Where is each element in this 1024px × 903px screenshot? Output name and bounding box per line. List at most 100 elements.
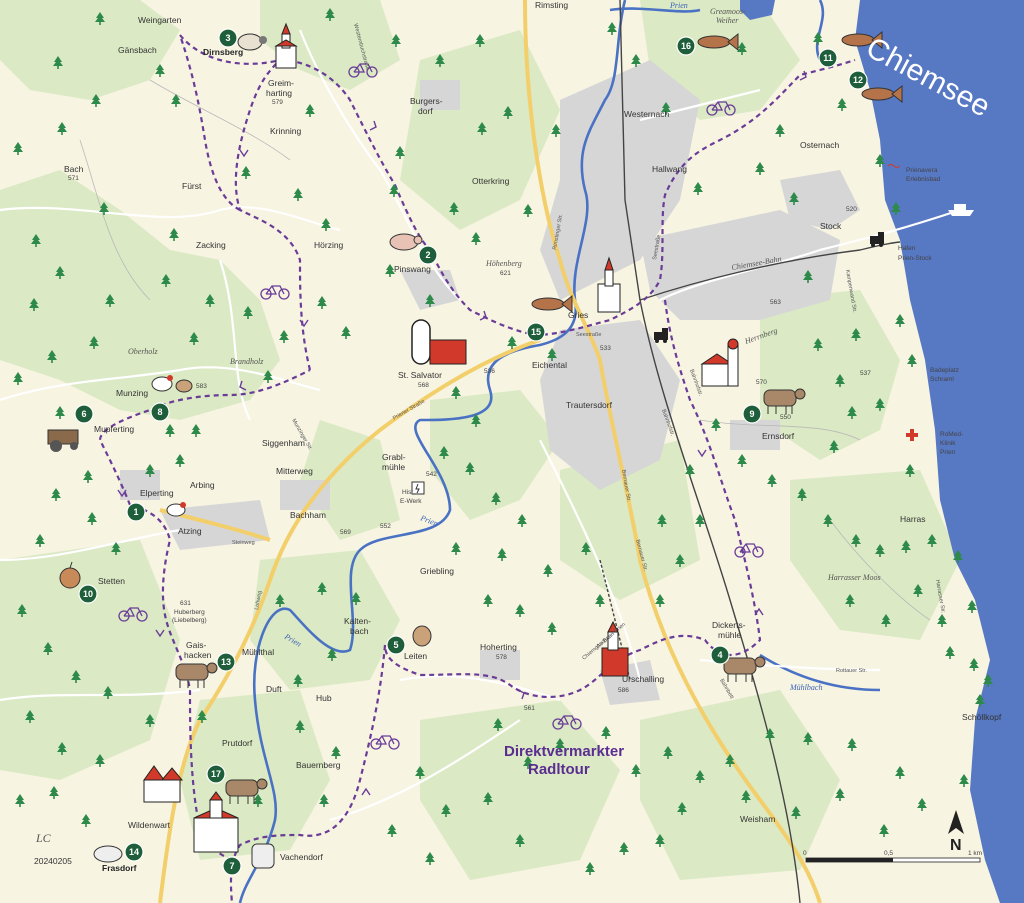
stop-marker-number: 10 xyxy=(83,589,93,599)
stop-marker-number: 1 xyxy=(133,507,138,517)
stop-marker-10[interactable]: 10 xyxy=(78,584,98,604)
stop-marker-7[interactable]: 7 xyxy=(222,856,242,876)
place-label: Otterkring xyxy=(472,176,510,186)
place-label: Bauernberg xyxy=(296,760,341,770)
stop-marker-number: 5 xyxy=(393,640,398,650)
area-label: Brandholz xyxy=(230,357,264,366)
place-label: bach xyxy=(350,626,369,636)
place-label: Duft xyxy=(266,684,282,694)
place-label: 550 xyxy=(780,414,791,421)
place-label: Hist. xyxy=(402,489,415,496)
place-label: Bachham xyxy=(290,510,326,520)
place-label: Stetten xyxy=(98,576,125,586)
stop-marker-number: 16 xyxy=(681,41,691,51)
place-label: Prien-Stock xyxy=(898,255,932,262)
place-label: E-Werk xyxy=(400,498,422,505)
place-label: Hoherting xyxy=(480,642,517,652)
stop-marker-15[interactable]: 15 xyxy=(526,322,546,342)
place-label: 586 xyxy=(618,687,629,694)
stop-marker-number: 15 xyxy=(531,327,541,337)
place-label: Bach xyxy=(64,164,84,174)
stop-marker-3[interactable]: 3 xyxy=(218,28,238,48)
bread-icon xyxy=(412,625,432,647)
place-label: Dirnsberg xyxy=(203,47,243,57)
place-label: Badeplatz xyxy=(930,367,959,374)
stop-marker-13[interactable]: 13 xyxy=(216,652,236,672)
stop-marker-17[interactable]: 17 xyxy=(206,764,226,784)
stop-marker-4[interactable]: 4 xyxy=(710,645,730,665)
place-label: Klinik xyxy=(940,440,956,447)
place-label: Hallwang xyxy=(652,164,687,174)
stop-marker-1[interactable]: 1 xyxy=(126,502,146,522)
place-label: St. Salvator xyxy=(398,370,442,380)
place-label: Greim- xyxy=(268,78,294,88)
scale-half: 0,5 xyxy=(884,850,893,857)
river-label: Prien xyxy=(669,1,688,10)
map-title-line2: Radltour xyxy=(528,761,590,778)
road-label: Rottauer Str. xyxy=(836,668,867,674)
place-label: Ernsdorf xyxy=(762,431,795,441)
place-label: 579 xyxy=(272,99,283,106)
credit-label: LC xyxy=(35,831,52,845)
stop-marker-11[interactable]: 11 xyxy=(818,48,838,68)
place-label: Pinswang xyxy=(394,264,431,274)
sack-icon xyxy=(251,843,275,869)
stop-marker-number: 11 xyxy=(823,53,833,63)
stop-marker-number: 3 xyxy=(225,33,230,43)
place-label: Mupferting xyxy=(94,424,134,434)
place-label: 536 xyxy=(484,368,495,375)
place-label: hacken xyxy=(184,650,212,660)
place-label: Weisham xyxy=(740,814,775,824)
place-label: Urschalling xyxy=(622,674,664,684)
place-label: Atzing xyxy=(178,526,202,536)
scale-zero: 0 xyxy=(803,850,807,857)
stop-marker-number: 14 xyxy=(129,847,139,857)
north-label: N xyxy=(950,837,962,854)
scale-one: 1 km xyxy=(968,850,982,857)
stop-marker-6[interactable]: 6 xyxy=(74,404,94,424)
place-label: Burgers- xyxy=(410,96,443,106)
scale-bar xyxy=(805,857,981,863)
place-label: Mitterweg xyxy=(276,466,313,476)
place-label: Prutdorf xyxy=(222,738,253,748)
place-label: Siggenham xyxy=(262,438,305,448)
place-label: Frasdorf xyxy=(102,863,137,873)
stop-marker-9[interactable]: 9 xyxy=(742,404,762,424)
place-label: Huberberg xyxy=(174,609,205,616)
place-label: mühle xyxy=(718,630,741,640)
stop-marker-5[interactable]: 5 xyxy=(386,635,406,655)
place-label: Vachendorf xyxy=(280,852,323,862)
area-label: Oberholz xyxy=(128,347,159,356)
place-label: Gries xyxy=(568,310,588,320)
place-label: Krinning xyxy=(270,126,301,136)
place-label: Rimsting xyxy=(535,0,568,10)
stop-marker-8[interactable]: 8 xyxy=(150,402,170,422)
stop-marker-2[interactable]: 2 xyxy=(418,245,438,265)
area-label: Weiher xyxy=(716,16,739,25)
place-label: 568 xyxy=(418,382,429,389)
stop-marker-number: 7 xyxy=(229,861,234,871)
place-label: Schöllkopf xyxy=(962,712,1002,722)
place-label: Munzing xyxy=(116,388,148,398)
place-label: 569 xyxy=(340,529,351,536)
stop-marker-number: 9 xyxy=(749,409,754,419)
place-label: Prienavera xyxy=(906,167,938,174)
stop-marker-number: 13 xyxy=(221,657,231,667)
place-label: Gänsbach xyxy=(118,45,157,55)
stop-marker-number: 8 xyxy=(157,407,162,417)
stop-marker-14[interactable]: 14 xyxy=(124,842,144,862)
stop-marker-number: 2 xyxy=(425,250,430,260)
place-label: Trautersdorf xyxy=(566,400,613,410)
place-label: (Liebelberg) xyxy=(172,617,207,624)
place-label: Wildenwart xyxy=(128,820,171,830)
place-label: Schraml xyxy=(930,376,954,383)
stop-marker-16[interactable]: 16 xyxy=(676,36,696,56)
place-label: Leiten xyxy=(404,651,427,661)
place-label: 621 xyxy=(500,270,511,277)
stop-marker-number: 12 xyxy=(853,75,863,85)
stop-marker-12[interactable]: 12 xyxy=(848,70,868,90)
place-label: 583 xyxy=(196,383,207,390)
area-label: Höhenberg xyxy=(485,259,522,268)
area-label: Greamoos- xyxy=(710,7,746,16)
place-label: Grabl- xyxy=(382,452,406,462)
